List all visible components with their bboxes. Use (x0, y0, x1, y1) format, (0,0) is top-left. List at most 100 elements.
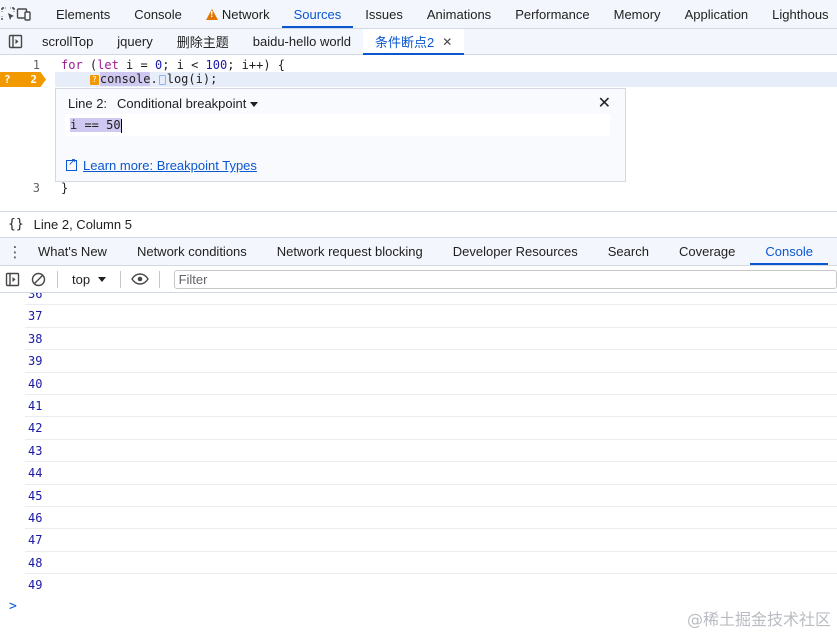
console-toolbar: top Filter (0, 266, 837, 293)
code-editor[interactable]: 1 ? 2 3 for (let i = 0; i < 100; i++) { … (0, 55, 837, 212)
console-filter-input[interactable]: Filter (173, 269, 837, 289)
tab-label: Application (684, 6, 749, 22)
breakpoint-condition-input[interactable]: i == 50 (65, 114, 610, 136)
tab-memory[interactable]: Memory (602, 0, 673, 28)
file-tab-scrolltop[interactable]: scrollTop (30, 29, 105, 54)
console-message: 44 (25, 462, 837, 485)
console-message: 37 (25, 305, 837, 328)
tab-label: Coverage (678, 244, 736, 259)
toggle-navigator-icon[interactable] (0, 29, 30, 54)
pretty-print-icon[interactable]: {} (8, 217, 24, 232)
execution-context-select[interactable]: top (64, 272, 114, 287)
toolbar-divider (158, 270, 160, 288)
tab-label: Developer Resources (452, 244, 578, 259)
editor-status-bar: {} Line 2, Column 5 (0, 212, 837, 238)
toolbar-divider (57, 270, 59, 288)
console-message: 40 (25, 373, 837, 395)
watermark: @稀土掘金技术社区 (686, 610, 831, 629)
tab-label: Performance (515, 6, 590, 22)
devtools-tab-bar: Elements Console Network Sources Issues … (0, 0, 837, 29)
console-message: 36 (25, 293, 837, 306)
code-text: log(i); (166, 72, 218, 86)
learn-more-link[interactable]: Learn more: Breakpoint Types (66, 157, 257, 173)
console-message: 38 (25, 328, 837, 351)
file-tab-label: scrollTop (42, 34, 94, 49)
file-tab-jquery[interactable]: jquery (105, 29, 164, 54)
tab-label: Animations (426, 6, 492, 22)
file-tab-baidu-hello-world[interactable]: baidu-hello world (241, 29, 363, 54)
close-icon[interactable]: ✕ (598, 93, 611, 113)
breakpoint-type-dropdown[interactable]: Conditional breakpoint (117, 96, 259, 111)
inline-breakpoint-location-icon[interactable] (158, 74, 166, 85)
console-prompt[interactable]: > (9, 599, 17, 614)
tab-application[interactable]: Application (673, 0, 761, 28)
selected-identifier: console (99, 72, 151, 86)
tab-label: Network conditions (136, 244, 247, 259)
console-message: 49 (28, 578, 43, 593)
code-text: ( (82, 58, 98, 72)
file-tab-conditional-breakpoint-2[interactable]: 条件断点2 ✕ (363, 29, 465, 55)
dropdown-caret-icon (98, 276, 107, 282)
file-tab-label: 条件断点2 (375, 35, 435, 50)
line-number[interactable]: 3 (0, 181, 40, 196)
keyword: for (61, 58, 83, 72)
code-text: i = (118, 58, 155, 72)
tab-label: Console (765, 244, 814, 259)
number-literal: 100 (205, 58, 228, 72)
tab-network[interactable]: Network (194, 0, 282, 28)
console-message: 39 (25, 350, 837, 373)
drawer-tab-developer-resources[interactable]: Developer Resources (438, 238, 593, 265)
tab-performance[interactable]: Performance (503, 0, 601, 28)
inspect-element-icon[interactable] (0, 0, 16, 28)
console-message: 46 (25, 507, 837, 530)
device-toolbar-icon[interactable] (16, 0, 32, 28)
console-message: 45 (25, 485, 837, 507)
drawer-tab-whats-new[interactable]: What's New (30, 238, 122, 265)
conditional-breakpoint-editor: Line 2: Conditional breakpoint ✕ i == 50… (55, 88, 626, 182)
drawer-tab-network-conditions[interactable]: Network conditions (122, 238, 262, 265)
clear-console-icon[interactable] (26, 266, 52, 293)
live-expression-eye-icon[interactable] (127, 266, 153, 293)
text-cursor (120, 118, 122, 133)
file-tab-delete-topic[interactable]: 删除主题 (165, 29, 241, 54)
tab-console[interactable]: Console (122, 0, 194, 28)
tab-label: Elements (56, 6, 111, 22)
more-options-icon[interactable]: ⋮ (0, 238, 30, 265)
tab-animations[interactable]: Animations (415, 0, 503, 28)
tab-label: Lighthous (772, 6, 829, 22)
code-text: ; i < (162, 58, 206, 72)
drawer-tab-bar: ⋮ What's New Network conditions Network … (0, 238, 837, 266)
line-number: 2 (30, 73, 37, 86)
conditional-breakpoint-marker[interactable]: ? 2 (0, 72, 46, 87)
toolbar-divider (120, 270, 122, 288)
code-text: . (150, 72, 158, 86)
toggle-sidebar-icon[interactable] (0, 266, 26, 293)
console-output[interactable]: 36 37 38 39 40 41 42 43 44 45 46 47 48 4… (0, 293, 837, 633)
file-tab-label: baidu-hello world (252, 34, 352, 49)
breakpoint-type-label: Conditional breakpoint (117, 96, 247, 111)
drawer-tab-coverage[interactable]: Coverage (664, 238, 750, 265)
tab-label: Sources (293, 6, 342, 22)
warning-icon (205, 8, 218, 20)
context-label: top (72, 271, 91, 287)
close-tab-icon[interactable]: ✕ (442, 35, 452, 49)
tab-elements[interactable]: Elements (44, 0, 122, 28)
inline-conditional-breakpoint-icon[interactable]: ? (89, 74, 99, 85)
tab-lighthouse[interactable]: Lighthous (760, 0, 837, 28)
drawer-tab-search[interactable]: Search (593, 238, 664, 265)
tab-label: Memory (613, 6, 661, 22)
tab-sources[interactable]: Sources (281, 0, 354, 28)
external-link-icon (66, 157, 77, 171)
code-line-1: for (let i = 0; i < 100; i++) { (61, 58, 285, 73)
sources-file-tabs: scrollTop jquery 删除主题 baidu-hello world … (0, 29, 837, 55)
line-number[interactable]: 1 (0, 58, 40, 73)
drawer-tab-console[interactable]: Console (750, 238, 828, 265)
code-text: ; i++) { (227, 58, 286, 72)
console-message: 47 (25, 529, 837, 552)
tab-label: What's New (38, 244, 107, 259)
tab-label: Network request blocking (276, 244, 423, 259)
drawer-tab-network-request-blocking[interactable]: Network request blocking (262, 238, 438, 265)
breakpoint-line-label: Line 2: (68, 96, 108, 111)
code-line-3: } (61, 181, 69, 195)
tab-issues[interactable]: Issues (353, 0, 415, 28)
